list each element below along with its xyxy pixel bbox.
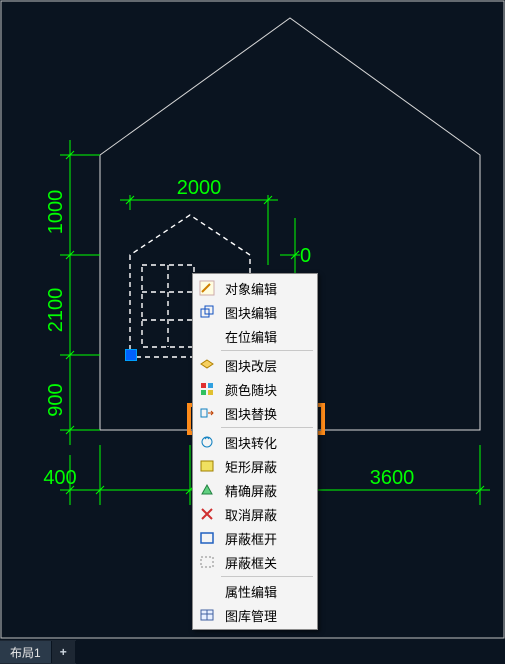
menu-cancel-mask[interactable]: 取消屏蔽: [195, 502, 315, 526]
menu-label: 图库管理: [219, 606, 277, 625]
convert-icon: [195, 430, 219, 454]
menu-mask-frame-off[interactable]: 屏蔽框关: [195, 550, 315, 574]
dim-right-frag: [280, 218, 300, 275]
menu-label: 在位编辑: [219, 327, 277, 346]
menu-precise-mask[interactable]: 精确屏蔽: [195, 478, 315, 502]
menu-edit-block[interactable]: 图块编辑: [195, 300, 315, 324]
color-icon: [195, 377, 219, 401]
menu-label: 屏蔽框关: [219, 553, 277, 572]
menu-block-convert[interactable]: 图块转化: [195, 430, 315, 454]
menu-label: 精确屏蔽: [219, 481, 277, 500]
menu-block-layer[interactable]: 图块改层: [195, 353, 315, 377]
menu-label: 图块转化: [219, 433, 277, 452]
menu-separator: [221, 350, 313, 351]
frame-off-icon: [195, 550, 219, 574]
menu-label: 矩形屏蔽: [219, 457, 277, 476]
dim-3600: 3600: [370, 467, 415, 489]
menu-edit-object[interactable]: 对象编辑: [195, 276, 315, 300]
menu-label: 图块编辑: [219, 303, 277, 322]
menu-label: 对象编辑: [219, 279, 277, 298]
replace-icon: [195, 401, 219, 425]
menu-random-color[interactable]: 颜色随块: [195, 377, 315, 401]
tab-label: 布局1: [10, 644, 41, 661]
rect-mask-icon: [195, 454, 219, 478]
library-icon: [195, 603, 219, 627]
tab-add[interactable]: +: [52, 641, 76, 663]
dim-top-inner: [120, 195, 278, 265]
menu-rect-mask[interactable]: 矩形屏蔽: [195, 454, 315, 478]
menu-block-replace[interactable]: 图块替换: [195, 401, 315, 425]
pencil-icon: [195, 276, 219, 300]
attr-edit-icon: [195, 579, 219, 603]
menu-separator: [221, 427, 313, 428]
menu-inplace-edit[interactable]: 在位编辑: [195, 324, 315, 348]
menu-label: 取消屏蔽: [219, 505, 277, 524]
menu-label: 图块替换: [219, 404, 277, 423]
precise-mask-icon: [195, 478, 219, 502]
dim-2000: 2000: [177, 177, 222, 199]
menu-label: 属性编辑: [219, 582, 277, 601]
menu-label: 颜色随块: [219, 380, 277, 399]
context-menu: 对象编辑 图块编辑 在位编辑 图块改层 颜色随块 图块替换 图块转化 矩形屏蔽 …: [192, 273, 318, 630]
frame-on-icon: [195, 526, 219, 550]
menu-attr-edit[interactable]: 属性编辑: [195, 579, 315, 603]
selection-grip[interactable]: [125, 349, 137, 361]
tab-bar: 布局1 +: [0, 640, 76, 664]
inplace-edit-icon: [195, 324, 219, 348]
block-edit-icon: [195, 300, 219, 324]
dim-400: 400: [43, 467, 76, 489]
layer-icon: [195, 353, 219, 377]
dim-right-0: 0: [300, 245, 311, 267]
menu-mask-frame-on[interactable]: 屏蔽框开: [195, 526, 315, 550]
cancel-mask-icon: [195, 502, 219, 526]
menu-separator: [221, 576, 313, 577]
menu-label: 屏蔽框开: [219, 529, 277, 548]
dim-2100: 2100: [45, 288, 67, 333]
menu-label: 图块改层: [219, 356, 277, 375]
dim-1000: 1000: [45, 190, 67, 235]
dim-900: 900: [45, 383, 67, 416]
plus-icon: +: [60, 645, 67, 659]
tab-layout1[interactable]: 布局1: [0, 641, 52, 663]
menu-block-lib[interactable]: 图库管理: [195, 603, 315, 627]
